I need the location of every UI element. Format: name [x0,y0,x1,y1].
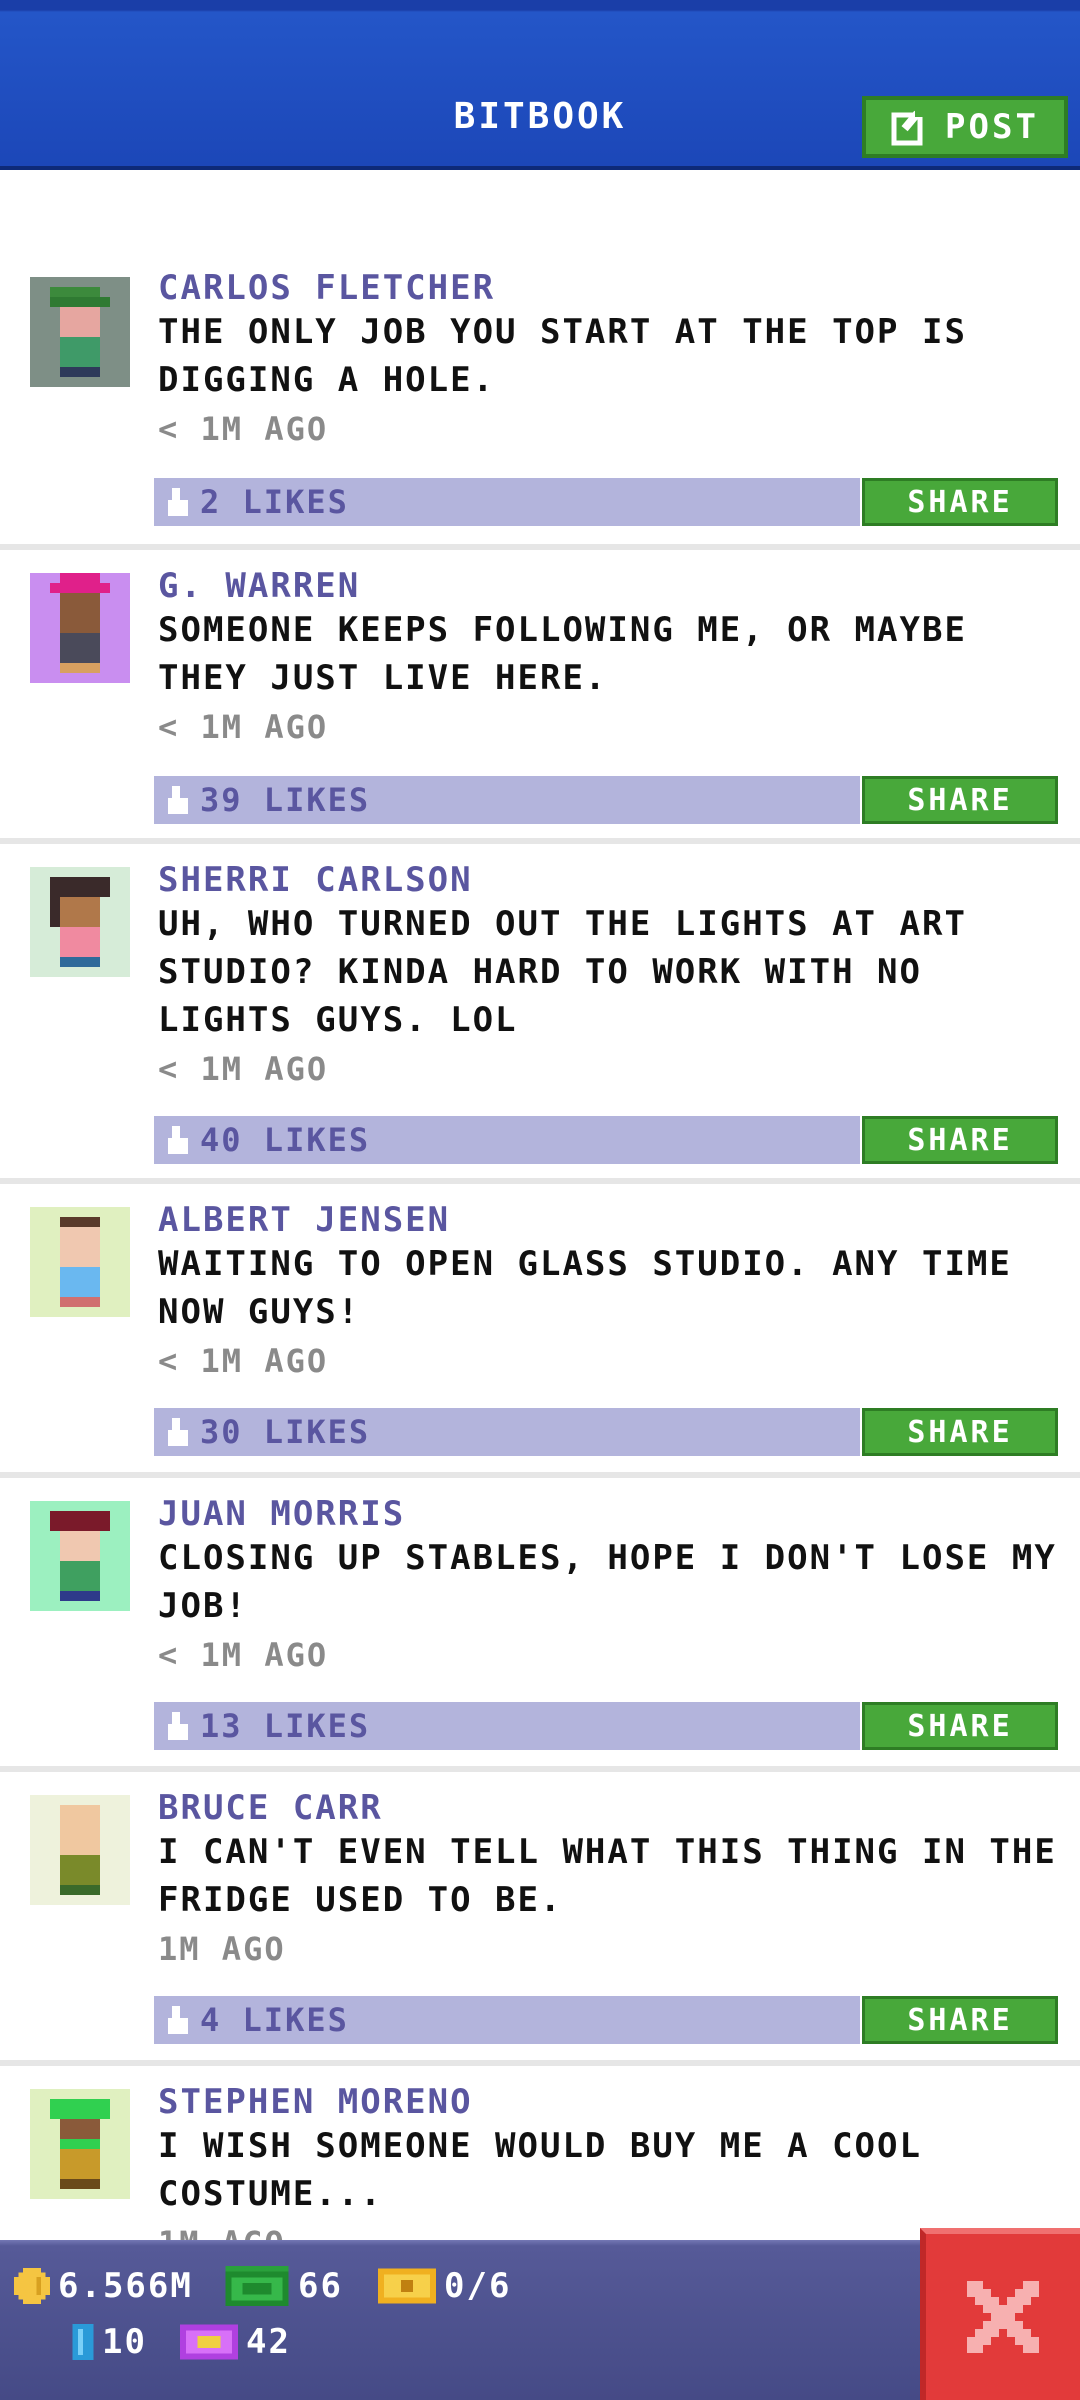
coins-stat: 6.566M [14,2266,193,2306]
vip-ticket-icon [180,2324,238,2360]
post-author[interactable]: SHERRI CARLSON [158,860,473,900]
bux-icon [225,2266,289,2306]
share-button[interactable]: SHARE [862,1996,1058,2044]
like-icon [168,1418,188,1446]
coins-value: 6.566M [58,2266,193,2306]
post-time: 1M AGO [158,2224,286,2240]
share-button[interactable]: SHARE [862,776,1058,824]
like-count: 39 LIKES [200,781,371,819]
like-count: 13 LIKES [200,1707,371,1745]
post-time: < 1M AGO [158,1342,329,1380]
avatar[interactable] [22,570,138,686]
post-text: I CAN'T EVEN TELL WHAT THIS THING IN THE… [158,1832,1057,1920]
avatar[interactable] [22,1792,138,1908]
like-icon [168,488,188,516]
status-bar: 6.566M 66 0/6 10 42 [0,2240,1080,2400]
coin-icon [14,2268,50,2304]
post-time: < 1M AGO [158,1050,329,1088]
like-bar[interactable]: 30 LIKES [154,1408,860,1456]
post-time: < 1M AGO [158,708,329,746]
share-button[interactable]: SHARE [862,1702,1058,1750]
post-item: G. WARREN SOMEONE KEEPS FOLLOWING ME, OR… [0,550,1080,844]
like-icon [168,1126,188,1154]
post-author[interactable]: ALBERT JENSEN [158,1200,450,1240]
bux-stat: 66 [224,2266,343,2306]
post-author[interactable]: STEPHEN MORENO [158,2082,473,2122]
post-text: I WISH SOMEONE WOULD BUY ME A COOL COSTU… [158,2126,922,2214]
post-item: BRUCE CARR I CAN'T EVEN TELL WHAT THIS T… [0,1772,1080,2066]
post-author[interactable]: CARLOS FLETCHER [158,268,495,308]
like-count: 4 LIKES [200,2001,349,2039]
post-button[interactable]: POST [862,96,1068,158]
post-time: < 1M AGO [158,1636,329,1674]
vip-value: 42 [246,2322,291,2362]
like-icon [168,786,188,814]
post-feed[interactable]: CARLOS FLETCHER THE ONLY JOB YOU START A… [0,170,1080,2240]
like-count: 40 LIKES [200,1121,371,1159]
share-button[interactable]: SHARE [862,478,1058,526]
close-button[interactable] [920,2228,1080,2400]
ticket-icon [378,2268,436,2304]
avatar[interactable] [22,274,138,390]
share-button[interactable]: SHARE [862,1116,1058,1164]
like-count: 30 LIKES [200,1413,371,1451]
like-bar[interactable]: 2 LIKES [154,478,860,526]
avatar[interactable] [22,864,138,980]
app-header: BITBOOK POST [0,0,1080,170]
like-bar[interactable]: 39 LIKES [154,776,860,824]
post-item: JUAN MORRIS CLOSING UP STABLES, HOPE I D… [0,1478,1080,1772]
post-author[interactable]: G. WARREN [158,566,360,606]
like-icon [168,2006,188,2034]
post-text: CLOSING UP STABLES, HOPE I DON'T LOSE MY… [158,1538,1057,1626]
post-time: < 1M AGO [158,410,329,448]
post-text: SOMEONE KEEPS FOLLOWING ME, OR MAYBE THE… [158,610,967,698]
share-button[interactable]: SHARE [862,1408,1058,1456]
elevator-value: 10 [102,2322,147,2362]
tickets-stat: 0/6 [378,2266,511,2306]
avatar[interactable] [22,1498,138,1614]
post-text: UH, WHO TURNED OUT THE LIGHTS AT ART STU… [158,904,967,1040]
close-icon [967,2281,1039,2353]
elevator-icon [72,2324,94,2360]
post-text: WAITING TO OPEN GLASS STUDIO. ANY TIME N… [158,1244,1012,1332]
post-item: ALBERT JENSEN WAITING TO OPEN GLASS STUD… [0,1184,1080,1478]
post-text: THE ONLY JOB YOU START AT THE TOP IS DIG… [158,312,967,400]
like-count: 2 LIKES [200,483,349,521]
post-item: STEPHEN MORENO I WISH SOMEONE WOULD BUY … [0,2066,1080,2240]
avatar[interactable] [22,1204,138,1320]
like-bar[interactable]: 40 LIKES [154,1116,860,1164]
post-author[interactable]: BRUCE CARR [158,1788,383,1828]
post-button-label: POST [945,107,1039,147]
post-item: SHERRI CARLSON UH, WHO TURNED OUT THE LI… [0,844,1080,1184]
like-bar[interactable]: 4 LIKES [154,1996,860,2044]
edit-icon [891,107,931,147]
like-icon [168,1712,188,1740]
tickets-value: 0/6 [444,2266,512,2306]
post-item: CARLOS FLETCHER THE ONLY JOB YOU START A… [0,266,1080,550]
avatar[interactable] [22,2086,138,2202]
vip-stat: 42 [180,2322,291,2362]
bux-value: 66 [298,2266,343,2306]
elevator-stat: 10 [72,2322,147,2362]
like-bar[interactable]: 13 LIKES [154,1702,860,1750]
post-time: 1M AGO [158,1930,286,1968]
post-author[interactable]: JUAN MORRIS [158,1494,405,1534]
